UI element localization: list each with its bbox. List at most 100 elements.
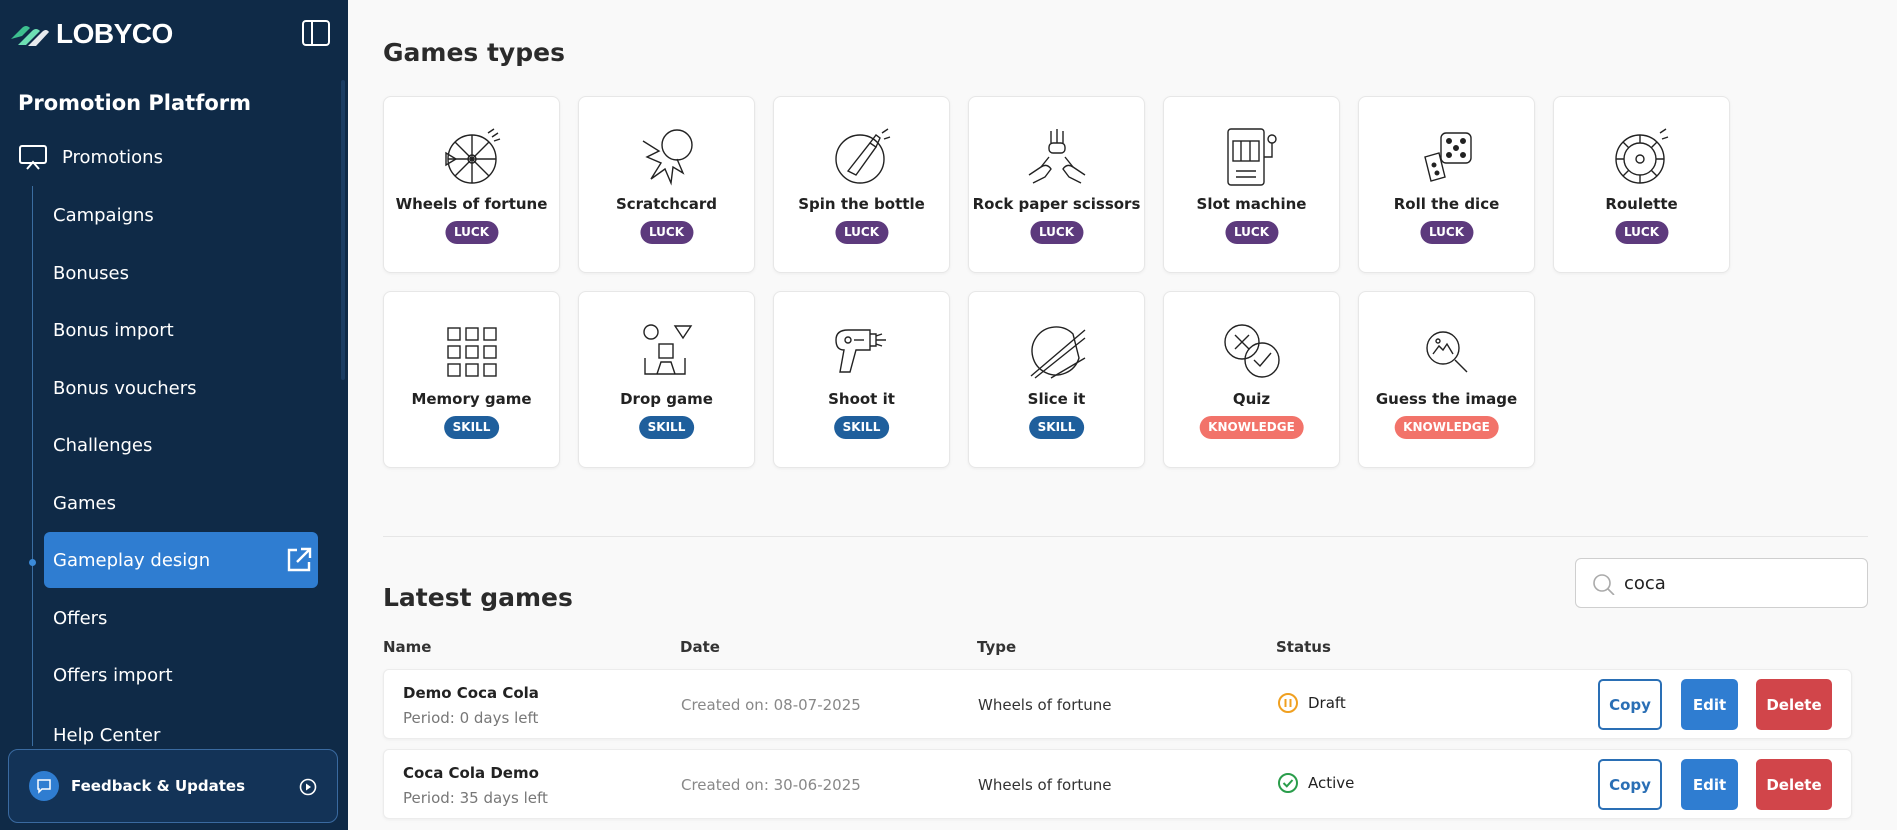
category-badge: LUCK [834, 221, 889, 244]
game-card-wheels-of-fortune[interactable]: Wheels of fortune LUCK [383, 96, 560, 273]
game-card-drop-game[interactable]: Drop game SKILL [578, 291, 755, 468]
nav-tree-line [32, 186, 33, 746]
feedback-updates-button[interactable]: Feedback & Updates [8, 749, 338, 823]
sidebar-item-bonus-import[interactable]: Bonus import [44, 302, 318, 358]
column-header-type: Type [977, 638, 1017, 656]
game-card-slice-it[interactable]: Slice it SKILL [968, 291, 1145, 468]
bottle-icon [835, 128, 891, 184]
sidebar-item-offers-import[interactable]: Offers import [44, 647, 318, 703]
sidebar-item-help-center[interactable]: Help Center [44, 705, 318, 745]
game-name: Scratchcard [615, 195, 718, 213]
sidebar-item-bonuses[interactable]: Bonuses [44, 245, 318, 301]
copy-button[interactable]: Copy [1598, 759, 1662, 810]
sidebar-item-gameplay-design[interactable]: Gameplay design [44, 532, 318, 588]
status-badge: Draft [1277, 692, 1346, 714]
game-card-slot-machine[interactable]: Slot machine LUCK [1163, 96, 1340, 273]
sidebar-item-campaigns[interactable]: Campaigns [44, 187, 318, 243]
sidebar-toggle-icon[interactable] [302, 20, 330, 46]
game-card-memory-game[interactable]: Memory game SKILL [383, 291, 560, 468]
game-name: Guess the image [1375, 390, 1518, 408]
game-card-rock-paper-scissors[interactable]: Rock paper scissors LUCK [968, 96, 1145, 273]
category-badge: SKILL [638, 416, 695, 439]
category-badge: SKILL [833, 416, 890, 439]
game-card-scratchcard[interactable]: Scratchcard LUCK [578, 96, 755, 273]
search-box[interactable] [1575, 558, 1868, 608]
sidebar-item-challenges[interactable]: Challenges [44, 417, 318, 473]
category-badge: LUCK [1419, 221, 1474, 244]
sidebar-item-label: Offers [53, 607, 108, 629]
game-name: Slice it [1027, 390, 1086, 408]
column-header-date: Date [680, 638, 720, 656]
game-name: Wheels of fortune [395, 195, 548, 213]
status-label: Active [1308, 774, 1355, 792]
sidebar-item-label: Help Center [53, 725, 161, 745]
game-name: Slot machine [1196, 195, 1307, 213]
feedback-label: Feedback & Updates [71, 777, 246, 795]
presentation-icon [19, 145, 47, 170]
sidebar: LOBYCO Promotion Platform Promotions Cam… [0, 0, 348, 830]
column-header-status: Status [1276, 638, 1331, 656]
drop-shapes-icon [643, 324, 693, 375]
check-circle-icon [1278, 773, 1298, 793]
sidebar-item-label: Challenges [53, 434, 153, 456]
play-circle-icon [299, 778, 317, 796]
category-badge: SKILL [443, 416, 500, 439]
category-badge: LUCK [639, 221, 694, 244]
category-badge: LUCK [1614, 221, 1669, 244]
section-divider [383, 536, 1868, 537]
copy-button[interactable]: Copy [1598, 679, 1662, 730]
game-card-roll-the-dice[interactable]: Roll the dice LUCK [1358, 96, 1535, 273]
search-icon [1593, 574, 1615, 595]
column-header-name: Name [383, 638, 432, 656]
active-indicator-dot [29, 559, 36, 566]
game-card-spin-the-bottle[interactable]: Spin the bottle LUCK [773, 96, 950, 273]
pause-circle-icon [1278, 693, 1298, 713]
category-badge: SKILL [1028, 416, 1085, 439]
category-badge: LUCK [1029, 221, 1084, 244]
sidebar-item-label: Offers import [53, 664, 173, 686]
sidebar-item-offers[interactable]: Offers [44, 590, 318, 646]
category-badge: LUCK [1224, 221, 1279, 244]
game-card-shoot-it[interactable]: Shoot it SKILL [773, 291, 950, 468]
table-row: Coca Cola Demo Period: 35 days left Crea… [383, 749, 1852, 819]
edit-button[interactable]: Edit [1681, 759, 1738, 810]
game-card-guess-the-image[interactable]: Guess the image KNOWLEDGE [1358, 291, 1535, 468]
game-row-period: Period: 0 days left [403, 709, 539, 727]
game-card-roulette[interactable]: Roulette LUCK [1553, 96, 1730, 273]
brand-name: LOBYCO [56, 18, 173, 49]
sidebar-item-label: Gameplay design [53, 549, 211, 571]
edit-button[interactable]: Edit [1681, 679, 1738, 730]
external-link-icon [287, 547, 312, 572]
game-row-name: Coca Cola Demo [403, 764, 539, 782]
table-row: Demo Coca Cola Period: 0 days left Creat… [383, 669, 1852, 739]
category-badge: KNOWLEDGE [1394, 416, 1499, 439]
sidebar-scrollbar[interactable] [341, 80, 345, 380]
chat-icon [29, 771, 59, 801]
status-label: Draft [1308, 694, 1346, 712]
hands-icon [1028, 129, 1086, 184]
magnifier-image-icon [1426, 331, 1468, 373]
game-row-date: Created on: 30-06-2025 [681, 776, 861, 794]
brand-logo[interactable]: LOBYCO [8, 18, 173, 50]
game-name: Spin the bottle [798, 195, 925, 213]
sidebar-item-promotions[interactable]: Promotions [18, 143, 163, 171]
game-name: Roll the dice [1393, 195, 1500, 213]
game-card-quiz[interactable]: Quiz KNOWLEDGE [1163, 291, 1340, 468]
sidebar-item-label: Campaigns [53, 204, 154, 226]
scratchcard-icon [642, 129, 693, 186]
delete-button[interactable]: Delete [1756, 759, 1832, 810]
latest-games-title: Latest games [383, 583, 573, 612]
game-name: Drop game [620, 390, 713, 408]
search-input[interactable] [1624, 572, 1844, 594]
sidebar-item-bonus-vouchers[interactable]: Bonus vouchers [44, 360, 318, 416]
wheel-icon [445, 128, 501, 184]
sidebar-item-games[interactable]: Games [44, 475, 318, 531]
game-name: Roulette [1605, 195, 1678, 213]
games-types-title: Games types [383, 38, 565, 67]
delete-button[interactable]: Delete [1756, 679, 1832, 730]
game-name: Shoot it [828, 390, 895, 408]
platform-title: Promotion Platform [18, 91, 252, 115]
game-row-type: Wheels of fortune [978, 696, 1112, 714]
logo-mark-icon [11, 26, 49, 46]
memory-grid-icon [447, 327, 497, 377]
